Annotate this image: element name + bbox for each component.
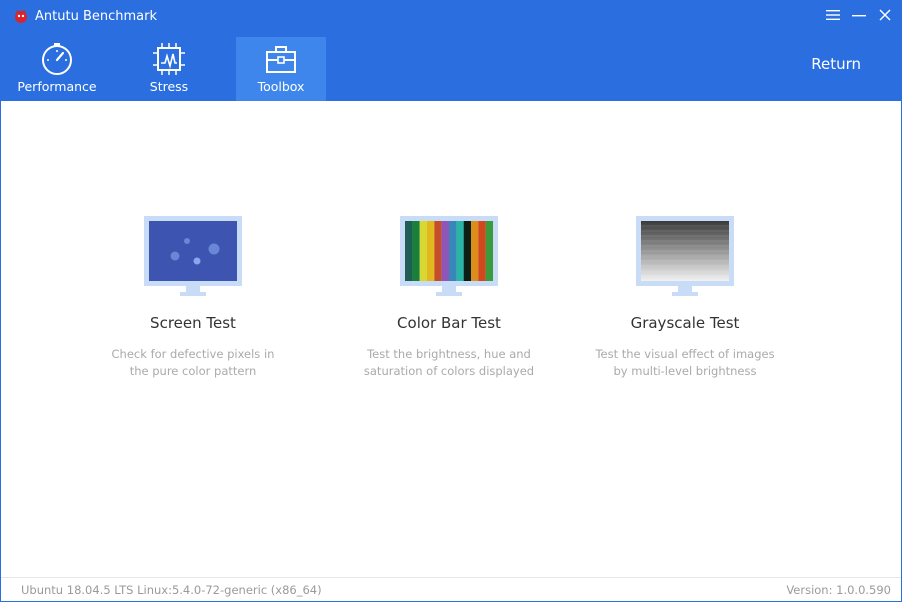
tab-performance[interactable]: Performance	[1, 37, 113, 101]
os-info: Ubuntu 18.04.5 LTS Linux:5.4.0-72-generi…	[21, 583, 322, 597]
tab-toolbox[interactable]: Toolbox	[236, 37, 326, 101]
screen-test-desc: Check for defective pixels in the pure c…	[83, 346, 303, 380]
color-bar-test-card[interactable]: Color Bar Test Test the brightness, hue …	[339, 216, 559, 380]
close-icon	[879, 9, 891, 21]
color-bar-test-desc: Test the brightness, hue and saturation …	[339, 346, 559, 380]
header-bar: Antutu Benchmark Performance Stress Tool…	[1, 1, 901, 101]
minimize-icon	[852, 15, 866, 17]
grayscale-test-desc-line1: Test the visual effect of images	[595, 347, 775, 361]
menu-icon	[826, 10, 840, 20]
chip-icon	[153, 43, 185, 75]
grayscale-test-title: Grayscale Test	[630, 314, 740, 332]
minimize-button[interactable]	[851, 7, 867, 23]
window-controls	[825, 7, 893, 23]
tab-stress[interactable]: Stress	[113, 37, 225, 101]
grayscale-test-desc: Test the visual effect of images by mult…	[575, 346, 795, 380]
return-button[interactable]: Return	[811, 55, 861, 73]
window-title-text: Antutu Benchmark	[35, 8, 157, 24]
menu-button[interactable]	[825, 7, 841, 23]
window-title: Antutu Benchmark	[13, 8, 157, 24]
color-bar-monitor-icon	[400, 216, 498, 296]
app-window: Antutu Benchmark Performance Stress Tool…	[0, 0, 902, 602]
tab-toolbox-label: Toolbox	[257, 79, 305, 94]
color-bar-test-desc-line1: Test the brightness, hue and	[367, 347, 531, 361]
grayscale-test-card[interactable]: Grayscale Test Test the visual effect of…	[575, 216, 795, 380]
close-button[interactable]	[877, 7, 893, 23]
antutu-logo-icon	[15, 10, 27, 23]
screen-test-desc-line1: Check for defective pixels in	[111, 347, 275, 361]
toolbox-icon	[266, 46, 296, 73]
tab-stress-label: Stress	[149, 79, 189, 94]
screen-test-title: Screen Test	[150, 314, 236, 332]
tab-performance-label: Performance	[17, 79, 97, 94]
color-bar-test-desc-line2: saturation of colors displayed	[363, 364, 535, 378]
screen-test-card[interactable]: Screen Test Check for defective pixels i…	[83, 216, 303, 380]
color-bar-test-title: Color Bar Test	[397, 314, 501, 332]
screen-test-monitor-icon	[144, 216, 242, 296]
speedometer-icon	[42, 43, 72, 75]
version-info: Version: 1.0.0.590	[786, 583, 891, 597]
main-nav: Performance Stress Toolbox	[1, 37, 337, 101]
screen-test-desc-line2: the pure color pattern	[129, 364, 257, 378]
status-bar: Ubuntu 18.04.5 LTS Linux:5.4.0-72-generi…	[1, 577, 901, 601]
grayscale-test-desc-line2: by multi-level brightness	[613, 364, 757, 378]
grayscale-monitor-icon	[636, 216, 734, 296]
